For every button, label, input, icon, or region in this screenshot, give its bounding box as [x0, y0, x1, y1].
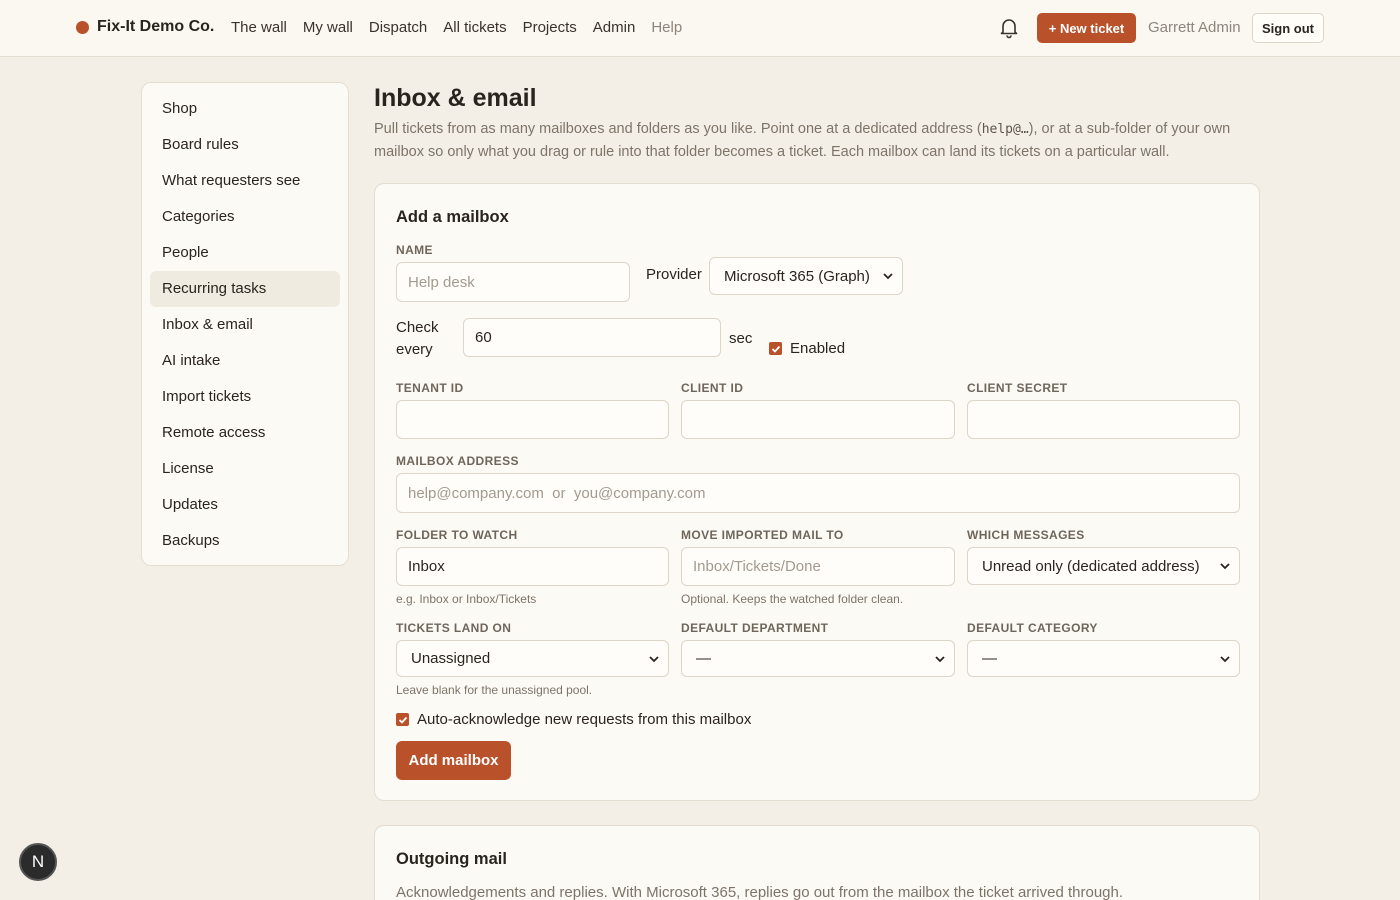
add-mailbox-card: Add a mailbox Name Help desk Provider Mi…	[374, 183, 1260, 801]
user-name[interactable]: Garrett Admin	[1148, 19, 1241, 36]
default-category-select[interactable]: —	[967, 640, 1240, 677]
provider-select[interactable]: Microsoft 365 (Graph)	[709, 257, 903, 295]
new-ticket-button[interactable]: + New ticket	[1037, 13, 1136, 43]
page-title: Inbox & email	[374, 84, 537, 112]
tickets-land-label: Tickets land on	[396, 621, 512, 635]
nav-all-tickets[interactable]: All tickets	[443, 19, 506, 36]
mailbox-address-label: Mailbox address	[396, 454, 519, 468]
main-nav: The wall My wall Dispatch All tickets Pr…	[231, 19, 682, 36]
nav-the-wall[interactable]: The wall	[231, 19, 287, 36]
move-hint: Optional. Keeps the watched folder clean…	[681, 592, 904, 606]
default-department-select[interactable]: —	[681, 640, 955, 677]
page-description: Pull tickets from as many mailboxes and …	[374, 118, 1260, 163]
sidebar-item-recurring-tasks[interactable]: Recurring tasks	[150, 271, 340, 307]
default-category-label: Default category	[967, 621, 1098, 635]
provider-label: Provider	[646, 266, 702, 283]
default-category-value: —	[982, 650, 997, 667]
sidebar-item-license[interactable]: License	[150, 451, 340, 487]
admin-sidebar: Shop Board rules What requesters see Cat…	[141, 82, 349, 566]
chevron-down-icon	[649, 656, 659, 663]
enabled-checkbox[interactable]	[769, 342, 782, 355]
check-interval-unit: sec	[729, 330, 753, 347]
sidebar-item-people[interactable]: People	[150, 235, 340, 271]
mailbox-address-input[interactable]: help@company.com or you@company.com	[396, 473, 1240, 513]
tickets-land-hint: Leave blank for the unassigned pool.	[396, 683, 593, 697]
sidebar-item-remote-access[interactable]: Remote access	[150, 415, 340, 451]
check-icon	[771, 345, 780, 353]
check-icon	[398, 716, 407, 724]
top-bar: Fix-It Demo Co. The wall My wall Dispatc…	[0, 0, 1400, 57]
provider-select-value: Microsoft 365 (Graph)	[724, 267, 870, 285]
outgoing-mail-description: Acknowledgements and replies. With Micro…	[396, 884, 1124, 900]
check-interval-input[interactable]: 60	[463, 318, 721, 357]
main-content: Inbox & email Pull tickets from as many …	[374, 82, 1260, 900]
check-every-label-1: Check	[396, 319, 439, 336]
client-id-input[interactable]	[681, 400, 955, 439]
sidebar-item-updates[interactable]: Updates	[150, 487, 340, 523]
chevron-down-icon	[935, 656, 945, 663]
bell-icon[interactable]	[999, 17, 1019, 39]
brand-name: Fix-It Demo Co.	[97, 18, 215, 35]
move-label: Move imported mail to	[681, 528, 844, 542]
page-description-part: Pull tickets from as many mailboxes and …	[374, 121, 982, 137]
client-secret-input[interactable]	[967, 400, 1240, 439]
nav-my-wall[interactable]: My wall	[303, 19, 353, 36]
brand-logo-dot	[76, 20, 89, 34]
sidebar-item-import-tickets[interactable]: Import tickets	[150, 379, 340, 415]
floating-n-button[interactable]: N	[19, 843, 57, 881]
nav-dispatch[interactable]: Dispatch	[369, 19, 427, 36]
page-description-code: help@…	[981, 122, 1029, 137]
sidebar-item-backups[interactable]: Backups	[150, 523, 340, 559]
client-secret-label: Client secret	[967, 381, 1068, 395]
which-messages-value: Unread only (dedicated address)	[982, 557, 1200, 575]
outgoing-mail-card: Outgoing mail Acknowledgements and repli…	[374, 825, 1260, 900]
client-id-label: Client ID	[681, 381, 744, 395]
chevron-down-icon	[1220, 656, 1230, 663]
enabled-label: Enabled	[790, 340, 846, 357]
chevron-down-icon	[1220, 563, 1230, 570]
sidebar-item-categories[interactable]: Categories	[150, 199, 340, 235]
nav-admin[interactable]: Admin	[593, 19, 636, 36]
tickets-land-value: Unassigned	[411, 650, 491, 667]
outgoing-mail-title: Outgoing mail	[396, 850, 507, 868]
nav-projects[interactable]: Projects	[523, 19, 577, 36]
which-messages-label: Which messages	[967, 528, 1085, 542]
tickets-land-select[interactable]: Unassigned	[396, 640, 669, 677]
folder-input[interactable]: Inbox	[396, 547, 669, 586]
name-input[interactable]: Help desk	[396, 262, 630, 302]
default-department-label: Default department	[681, 621, 829, 635]
sidebar-item-shop[interactable]: Shop	[150, 91, 340, 127]
sidebar-item-inbox-email[interactable]: Inbox & email	[150, 307, 340, 343]
chevron-down-icon	[883, 273, 893, 280]
move-input[interactable]: Inbox/Tickets/Done	[681, 547, 955, 586]
add-mailbox-title: Add a mailbox	[396, 208, 509, 226]
check-every-label-2: every	[396, 341, 433, 358]
sign-out-button[interactable]: Sign out	[1252, 13, 1324, 43]
folder-hint: e.g. Inbox or Inbox/Tickets	[396, 592, 537, 606]
default-department-value: —	[696, 650, 711, 667]
sidebar-item-ai-intake[interactable]: AI intake	[150, 343, 340, 379]
nav-help[interactable]: Help	[651, 19, 682, 36]
brand[interactable]: Fix-It Demo Co.	[76, 18, 214, 36]
sidebar-item-what-requesters-see[interactable]: What requesters see	[150, 163, 340, 199]
name-label: Name	[396, 243, 433, 257]
which-messages-select[interactable]: Unread only (dedicated address)	[967, 547, 1240, 585]
tenant-id-label: Tenant ID	[396, 381, 464, 395]
add-mailbox-button[interactable]: Add mailbox	[396, 741, 511, 780]
auto-acknowledge-checkbox[interactable]	[396, 713, 409, 726]
folder-label: Folder to watch	[396, 528, 518, 542]
auto-acknowledge-label: Auto-acknowledge new requests from this …	[417, 711, 752, 728]
sidebar-item-board-rules[interactable]: Board rules	[150, 127, 340, 163]
tenant-id-input[interactable]	[396, 400, 669, 439]
